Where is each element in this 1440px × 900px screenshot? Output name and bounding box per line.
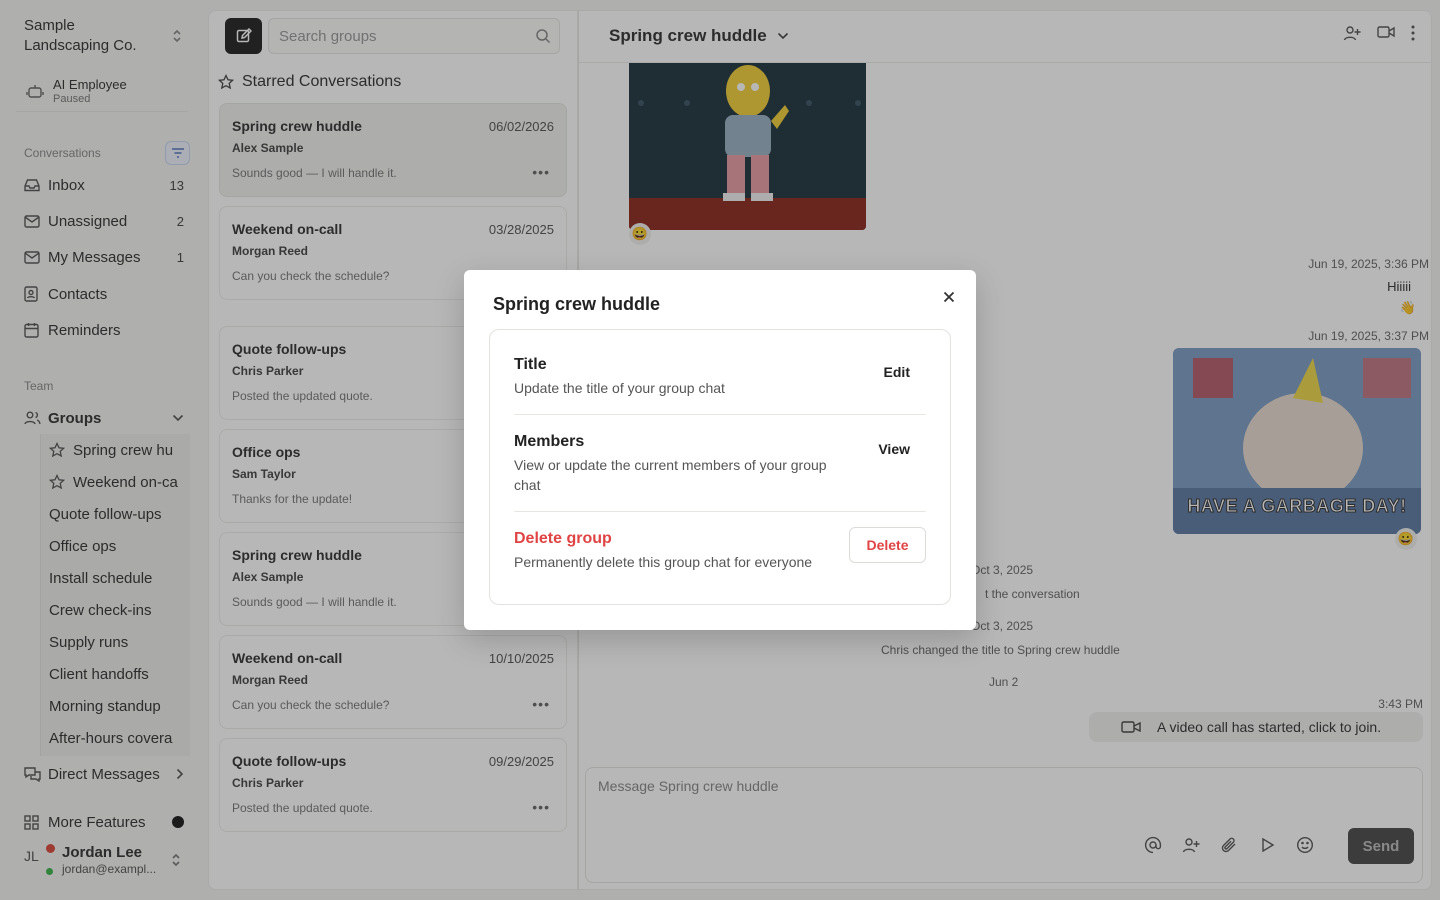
group-settings-modal: Spring crew huddle Title Update the titl… xyxy=(464,270,976,630)
setting-description: Permanently delete this group chat for e… xyxy=(514,554,813,570)
view-members-button[interactable]: View xyxy=(878,441,910,457)
setting-description: View or update the current members of yo… xyxy=(514,457,827,493)
setting-label: Title xyxy=(514,356,547,373)
members-setting-row: Members View or update the current membe… xyxy=(514,433,926,495)
setting-label: Members xyxy=(514,433,585,450)
setting-description: Update the title of your group chat xyxy=(514,380,725,396)
edit-title-button[interactable]: Edit xyxy=(884,364,910,380)
modal-title: Spring crew huddle xyxy=(493,294,661,314)
title-setting-row: Title Update the title of your group cha… xyxy=(514,356,926,398)
delete-group-row: Delete group Permanently delete this gro… xyxy=(514,527,926,572)
delete-group-button[interactable]: Delete xyxy=(849,527,926,563)
modal-settings-card: Title Update the title of your group cha… xyxy=(489,329,951,605)
divider xyxy=(514,414,926,415)
divider xyxy=(514,511,926,512)
close-icon[interactable] xyxy=(938,286,960,308)
